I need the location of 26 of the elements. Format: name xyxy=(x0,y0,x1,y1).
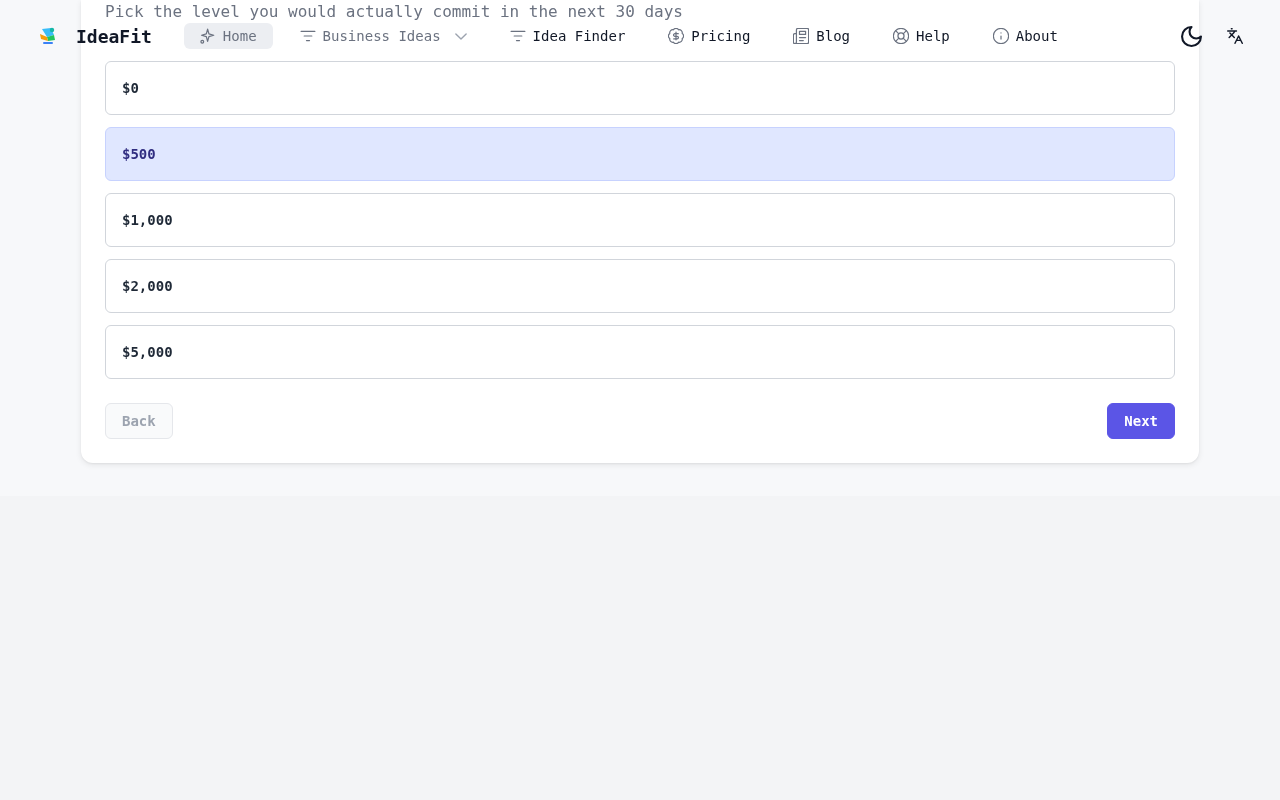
next-button[interactable]: Next xyxy=(1107,403,1175,439)
lines-icon xyxy=(299,28,316,44)
nav-dropdown[interactable]: Business Ideas xyxy=(283,23,483,49)
newspaper-icon xyxy=(793,28,810,44)
answer-option[interactable]: $500 xyxy=(105,127,1175,181)
nav-link[interactable]: Pricing xyxy=(652,23,767,49)
dollar-badge-icon xyxy=(668,28,685,44)
nav-link[interactable]: Home xyxy=(183,23,273,49)
answer-option[interactable]: $2,000 xyxy=(105,259,1175,313)
sparkle-icon xyxy=(199,28,216,44)
chevron-down-icon xyxy=(454,32,467,40)
answer-option[interactable]: $1,000 xyxy=(105,193,1175,247)
life-buoy-icon xyxy=(893,28,910,44)
nav-link[interactable]: About xyxy=(976,23,1074,49)
answer-option[interactable]: $0 xyxy=(105,61,1175,115)
logo-icon xyxy=(38,26,58,46)
lines-icon xyxy=(509,28,526,44)
nav-link[interactable]: Help xyxy=(877,23,966,49)
nav-link[interactable]: Idea Finder xyxy=(493,23,642,49)
info-icon xyxy=(992,28,1009,44)
translate-icon xyxy=(1227,28,1243,44)
brand-name[interactable]: IdeaFit xyxy=(76,25,152,47)
moon-icon xyxy=(1180,25,1202,47)
nav-link[interactable]: Blog xyxy=(777,23,867,49)
answer-option[interactable]: $5,000 xyxy=(105,325,1175,379)
question-subtitle: Pick the level you would actually commit in the next 30 days xyxy=(105,3,684,21)
